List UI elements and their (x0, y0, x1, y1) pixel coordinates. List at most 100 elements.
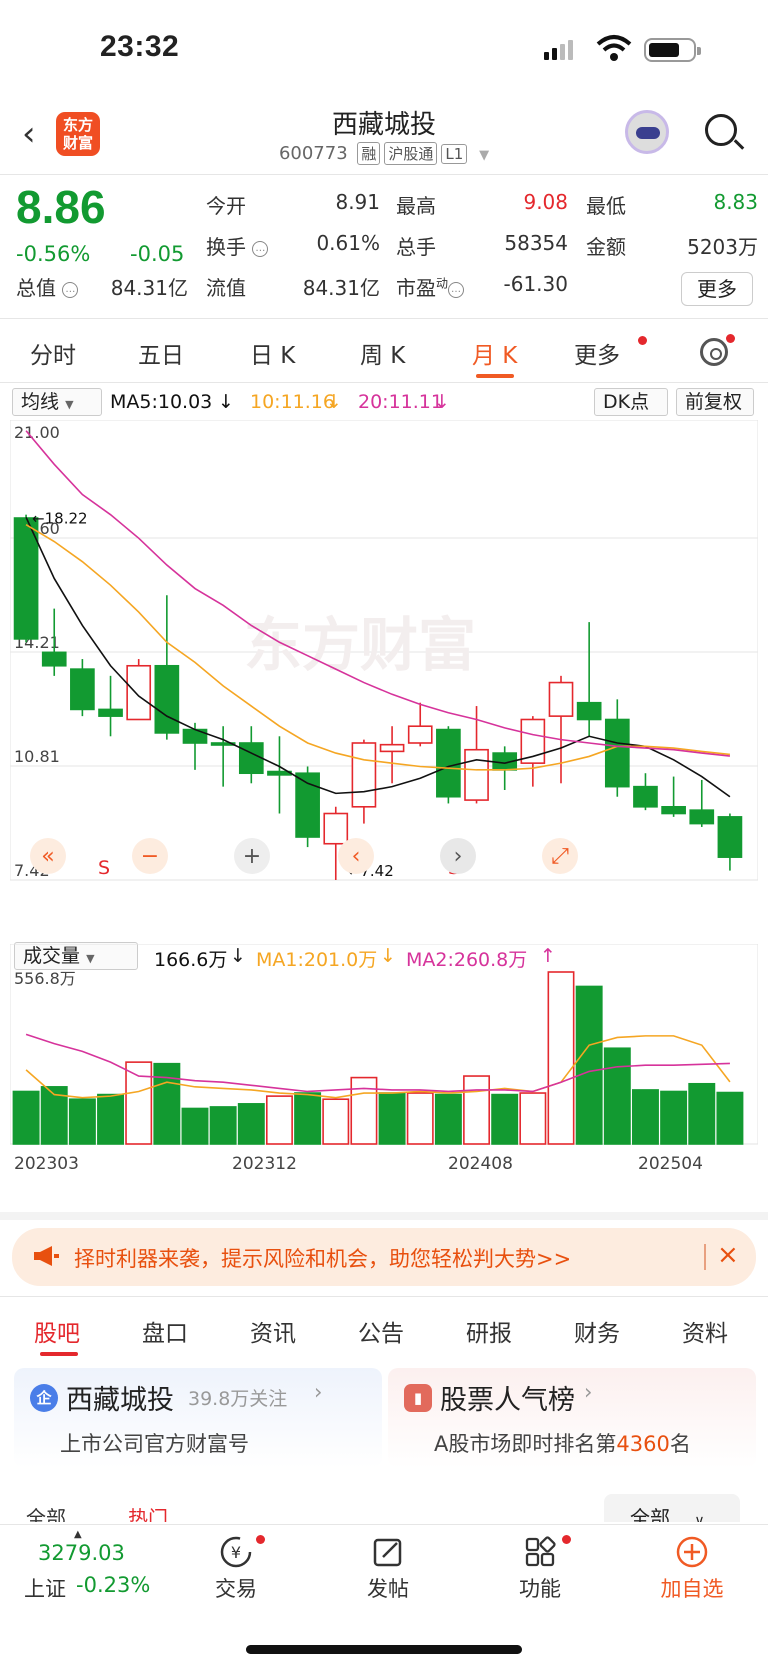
info-icon: … (448, 282, 465, 298)
tab-daily-k[interactable]: 日 K (250, 336, 295, 370)
chevron-right-icon: › (314, 1380, 323, 1404)
x-axis-label: 202303 (14, 1154, 79, 1174)
filter-tabs: 全部 热门 全部 ∨ (0, 1492, 768, 1522)
filter-hot[interactable]: 热门 (128, 1502, 168, 1522)
candle-body (351, 742, 377, 808)
stock-header: ‹ 东方 财富 西藏城投 600773 融沪股通 L1 ▼ (0, 100, 768, 174)
candle-body (379, 743, 405, 753)
caret-down-icon: ▼ (479, 148, 490, 163)
chart-control-label: › (454, 844, 463, 869)
nav-trade[interactable]: ¥ 交易 (186, 1535, 286, 1603)
divider (0, 382, 768, 383)
volume-bar (181, 1107, 209, 1145)
volume-bar (68, 1098, 96, 1145)
promo-banner[interactable]: 择时利器来袭，提示风险和机会，助您轻松判大势>> × (12, 1228, 756, 1286)
popularity-ranking-card[interactable]: ▮ 股票人气榜 › A股市场即时排名第4360名 (388, 1368, 756, 1468)
candle-body (323, 812, 349, 845)
tab-monthly-k[interactable]: 月 K (472, 336, 517, 370)
nav-post[interactable]: 发帖 (338, 1535, 438, 1603)
more-button[interactable]: 更多 (681, 272, 753, 306)
amount-value: 5203万 (687, 235, 758, 259)
edit-post-icon (373, 1538, 402, 1567)
candle-body (41, 651, 67, 667)
tag-margin: 融 (357, 142, 381, 165)
volume-bar (12, 1090, 40, 1145)
tab-weekly-k[interactable]: 周 K (360, 336, 405, 370)
grid-functions-icon (525, 1536, 556, 1567)
dk-point-button[interactable]: DK点 (594, 388, 668, 416)
battery-icon (644, 38, 701, 62)
y-axis-label: 21.00 (14, 423, 60, 442)
stock-code: 600773 (278, 143, 348, 164)
volume-bar (350, 1076, 378, 1145)
amount-label: 金额 (586, 235, 626, 259)
high-value: 9.08 (523, 190, 568, 214)
ranking-text: A股市场即时排名第4360名 (434, 1432, 691, 1456)
index-name: 上证 (24, 1577, 66, 1601)
candle-body (689, 809, 715, 825)
pe-value: -61.30 (503, 272, 568, 296)
filter-dropdown[interactable]: 全部 ∨ (604, 1494, 740, 1522)
candle-body (407, 725, 433, 744)
volume-bar (660, 1090, 688, 1145)
adjust-button[interactable]: 前复权 (676, 388, 754, 416)
info-icon: … (62, 282, 79, 298)
home-indicator (246, 1645, 522, 1654)
volume-bar (265, 1095, 293, 1145)
nav-add-watchlist[interactable]: 加自选 (642, 1535, 742, 1603)
chevron-down-icon: ∨ (694, 1513, 705, 1522)
assistant-robot-icon[interactable] (625, 110, 669, 154)
tab-intraday[interactable]: 分时 (30, 336, 76, 370)
divider (0, 1296, 768, 1297)
banner-text: 择时利器来袭，提示风险和机会，助您轻松判大势>> (74, 1247, 572, 1271)
ma10-value: 10:11.16 (250, 391, 335, 413)
low-label: 最低 (586, 194, 626, 218)
divider (0, 174, 768, 175)
trade-yen-icon: ¥ (220, 1536, 252, 1568)
volume-bar (378, 1092, 406, 1145)
tab-announcements[interactable]: 公告 (358, 1314, 404, 1348)
tab-five-day[interactable]: 五日 (138, 336, 184, 370)
volume-bar (406, 1092, 434, 1145)
settings-gear-icon[interactable] (700, 338, 728, 366)
tab-forum[interactable]: 股吧 (34, 1314, 80, 1348)
volume-bar (547, 971, 575, 1145)
volume-bar (237, 1103, 265, 1145)
company-account-card[interactable]: 企 西藏城投 39.8万关注 › 上市公司官方财富号 (14, 1368, 382, 1468)
close-icon[interactable]: × (717, 1240, 739, 1270)
chart-control-label: « (41, 844, 54, 869)
tab-news[interactable]: 资讯 (250, 1314, 296, 1348)
ma-legend: 均线 ▼ MA5:10.03 ↓ 10:11.16 ↓ 20:11.11 ↓ DK点 … (0, 386, 768, 420)
notification-dot (562, 1535, 571, 1544)
search-icon[interactable] (705, 114, 737, 146)
cellular-signal-icon (544, 40, 576, 60)
volume-label: 总手 (396, 235, 436, 259)
candle-body (604, 718, 630, 788)
y-axis-label: 10.81 (14, 747, 60, 766)
tab-research[interactable]: 研报 (466, 1314, 512, 1348)
nav-functions[interactable]: 功能 (490, 1535, 590, 1603)
chart-control-label: S (98, 857, 110, 879)
tab-financials[interactable]: 财务 (574, 1314, 620, 1348)
tab-profile[interactable]: 资料 (682, 1314, 728, 1348)
mktcap-label: 总值 … (16, 272, 79, 301)
tab-orderbook[interactable]: 盘口 (142, 1314, 188, 1348)
tab-more[interactable]: 更多 (574, 336, 620, 370)
candlestick-chart[interactable]: 21.0017.6014.2110.817.42东方财富←18.22←7.42«… (10, 420, 758, 938)
section-gap (0, 1212, 768, 1220)
volume-bar (519, 1092, 547, 1145)
indicator-selector[interactable]: 均线 ▼ (12, 388, 102, 416)
volume-chart[interactable]: 556.8万 202303 202312 202408 202504 (10, 944, 758, 1176)
notification-dot (726, 334, 735, 343)
filter-all[interactable]: 全部 (26, 1502, 66, 1522)
svg-text:¥: ¥ (231, 1543, 241, 1562)
volume-bar (575, 985, 603, 1145)
y-axis-label: 556.8万 (14, 969, 76, 988)
divider (0, 318, 768, 319)
high-label: 最高 (396, 194, 436, 218)
arrow-down-icon: ↓ (434, 391, 450, 413)
mktcap-value: 84.31亿 (110, 276, 188, 300)
volume-bar (97, 1093, 125, 1145)
open-label: 今开 (206, 194, 246, 218)
volume-bar (463, 1075, 491, 1145)
